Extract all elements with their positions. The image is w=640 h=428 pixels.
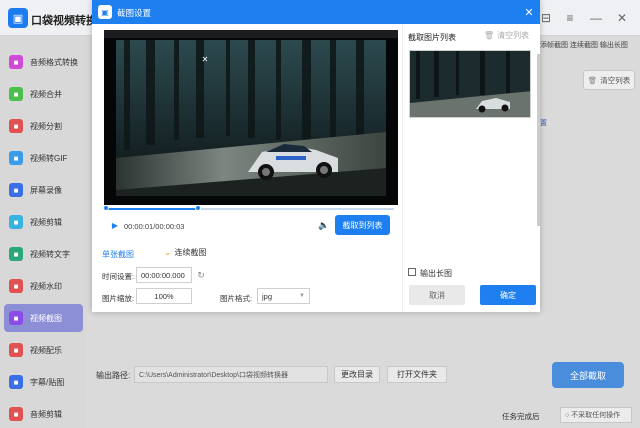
sidebar-item-music[interactable]: ■ 音频格式转换	[4, 48, 83, 76]
record-icon: ■	[9, 183, 23, 197]
long-image-label: 输出长图	[420, 269, 452, 278]
sidebar-item-label: 视频合并	[30, 89, 62, 99]
sidebar-item-label: 屏幕录像	[30, 185, 62, 195]
sidebar-item-text[interactable]: ■ 视频转文字	[4, 240, 83, 268]
trash-icon: 🗑	[587, 75, 598, 85]
playhead-handle[interactable]	[195, 205, 202, 211]
clear-capture-list-label: 清空列表	[497, 31, 530, 40]
trash-icon: 🗑	[484, 31, 495, 40]
tab-continuous-capture[interactable]: ⌄ 连续截图	[164, 247, 207, 258]
window-menu-icon[interactable]: ⊟	[538, 10, 554, 26]
sidebar-item-label: 视频转GIF	[30, 153, 68, 163]
panel-divider	[402, 24, 403, 312]
sidebar-item-label: 视频剪辑	[30, 217, 62, 227]
gif-icon: ■	[9, 151, 23, 165]
capture-to-list-button[interactable]: 截取到列表	[335, 215, 390, 235]
sidebar-item-scissors[interactable]: ■ 视频剪辑	[4, 208, 83, 236]
subtitle-icon: ■	[9, 375, 23, 389]
sidebar-item-screenshot[interactable]: ■ 视频截图	[4, 304, 83, 332]
after-done-label: 任务完成后	[502, 412, 540, 421]
image-format-value: jpg	[262, 291, 273, 301]
change-directory-button[interactable]: 更改目录	[334, 366, 380, 383]
screenshot-settings-dialog: ▣ 截图设置 ✕ ▶ 00:00:01/00:00:03 🔈 截取到列表 单张截…	[92, 0, 540, 312]
music-icon: ■	[9, 55, 23, 69]
clear-capture-list-button[interactable]: 🗑 清空列表	[484, 30, 529, 41]
image-zoom-label: 图片缩放:	[102, 294, 135, 303]
tab-continuous-label: 连续截图	[174, 248, 207, 257]
video-frame	[116, 40, 386, 196]
sidebar: ■ 音频格式转换 ■ 视频合并 ■ 视频分割 ■ 视频转GIF ■ 屏幕录像 ■ 视频剪辑 ■ 视频转文字…	[0, 36, 86, 428]
chevron-down-icon: ⌄	[164, 247, 172, 257]
time-readout: 00:00:01/00:00:03	[124, 222, 185, 231]
sidebar-item-subtitle[interactable]: ■ 字幕/贴图	[4, 368, 83, 396]
sidebar-item-label: 视频转文字	[30, 249, 70, 259]
screenshot-icon: ▣	[98, 5, 112, 19]
sidebar-item-label: 视频截图	[30, 313, 62, 323]
confirm-button[interactable]: 确定	[480, 285, 536, 305]
sidebar-item-gif[interactable]: ■ 视频转GIF	[4, 144, 83, 172]
chevron-down-icon: ▼	[299, 293, 305, 299]
dialog-title: 截图设置	[117, 8, 152, 18]
capture-list-title: 截取图片列表	[408, 33, 456, 42]
thumbnail-image	[410, 51, 530, 117]
split-icon: ■	[9, 119, 23, 133]
sidebar-item-audio[interactable]: ■ 视频配乐	[4, 336, 83, 364]
sidebar-item-label: 视频分割	[30, 121, 62, 131]
settings-link[interactable]: 置	[540, 118, 547, 128]
sidebar-item-watermark[interactable]: ■ 视频水印	[4, 272, 83, 300]
list-scrollbar[interactable]	[537, 54, 540, 226]
watermark-icon: ■	[9, 279, 23, 293]
close-icon[interactable]: ✕	[522, 5, 536, 19]
clear-list-label: 清空列表	[600, 75, 631, 85]
output-path-label: 输出路径:	[96, 371, 131, 380]
play-icon[interactable]: ▶	[110, 220, 120, 230]
capture-mode-tabs[interactable]: 添帧截图 连续截图 输出长图	[540, 40, 640, 64]
text-icon: ■	[9, 247, 23, 261]
after-done-select[interactable]: ○ 不采取任何操作	[560, 407, 632, 423]
app-logo: ▣	[8, 8, 28, 28]
dialog-header: ▣ 截图设置 ✕	[92, 0, 540, 24]
playback-progress[interactable]	[103, 205, 394, 211]
minimize-icon[interactable]: —	[588, 10, 604, 26]
sidebar-item-audio-cut[interactable]: ■ 音频剪辑	[4, 400, 83, 428]
sidebar-item-merge[interactable]: ■ 视频合并	[4, 80, 83, 108]
image-format-label: 图片格式:	[220, 294, 253, 303]
close-window-icon[interactable]: ✕	[614, 10, 630, 26]
capture-thumbnail[interactable]	[409, 50, 531, 118]
audio-cut-icon: ■	[9, 407, 23, 421]
cancel-button[interactable]: 取消	[409, 285, 465, 305]
scissors-icon: ■	[9, 215, 23, 229]
output-path-field[interactable]: C:\Users\Administrator\Desktop\口袋视频转换器	[134, 366, 328, 383]
audio-icon: ■	[9, 343, 23, 357]
sidebar-item-label: 视频水印	[30, 281, 62, 291]
volume-icon[interactable]: 🔈	[318, 219, 330, 231]
sidebar-item-label: 音频剪辑	[30, 409, 62, 419]
video-preview[interactable]	[104, 30, 398, 205]
tab-single-capture[interactable]: 单张截图	[102, 249, 134, 260]
clear-list-button[interactable]: 🗑 清空列表	[583, 70, 635, 90]
reset-time-icon[interactable]: ↻	[195, 269, 207, 281]
time-setting-input[interactable]: 00:00:00.000	[136, 267, 192, 283]
sidebar-item-label: 视频配乐	[30, 345, 62, 355]
hamburger-menu-icon[interactable]: ≡	[562, 10, 578, 26]
sidebar-item-record[interactable]: ■ 屏幕录像	[4, 176, 83, 204]
progress-fill	[106, 208, 199, 210]
range-start-handle[interactable]	[103, 205, 109, 211]
capture-all-button[interactable]: 全部截取	[552, 362, 624, 388]
image-format-select[interactable]: jpg ▼	[257, 288, 310, 304]
time-setting-label: 时间设置:	[102, 272, 135, 281]
sidebar-item-label: 字幕/贴图	[30, 377, 65, 387]
remove-thumbnail-icon[interactable]: ✕	[200, 54, 210, 64]
merge-icon: ■	[9, 87, 23, 101]
sidebar-item-split[interactable]: ■ 视频分割	[4, 112, 83, 140]
sidebar-item-label: 音频格式转换	[30, 57, 78, 67]
video-frame-toolbar	[104, 30, 398, 38]
long-image-checkbox[interactable]	[408, 268, 416, 276]
screenshot-icon: ■	[9, 311, 23, 325]
image-zoom-input[interactable]: 100%	[136, 288, 192, 304]
open-folder-button[interactable]: 打开文件夹	[387, 366, 447, 383]
